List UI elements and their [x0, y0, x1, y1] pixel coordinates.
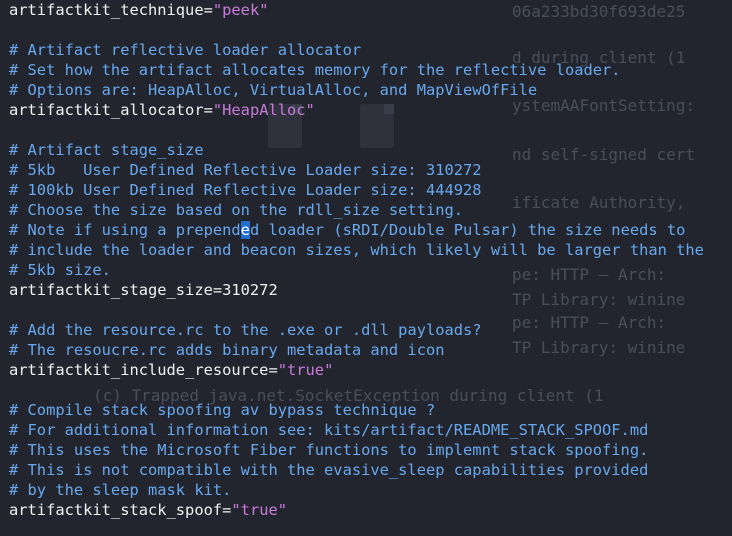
comment-line[interactable]: # Add the resource.rc to the .exe or .dl…	[9, 320, 732, 340]
comment-text: # Artifact reflective loader allocator	[9, 41, 362, 59]
comment-text: d loader (sRDI/Double Pulsar) the size n…	[249, 221, 686, 239]
comment-text: # Add the resource.rc to the .exe or .dl…	[9, 321, 482, 339]
editor-blank-line[interactable]	[9, 380, 732, 400]
comment-line[interactable]: # Compile stack spoofing av bypass techn…	[9, 400, 732, 420]
editor-blank-line[interactable]	[9, 300, 732, 320]
setting-line[interactable]: artifactkit_stage_size=310272	[9, 280, 732, 300]
comment-line[interactable]: # For additional information see: kits/a…	[9, 420, 732, 440]
comment-text: # Choose the size based on the rdll_size…	[9, 201, 464, 219]
comment-text: # Note if using a prepend	[9, 221, 241, 239]
equals-sign: =	[222, 501, 232, 519]
comment-line[interactable]: # 100kb User Defined Reflective Loader s…	[9, 180, 732, 200]
setting-key: artifactkit_include_resource	[9, 361, 269, 379]
equals-sign: =	[268, 361, 278, 379]
comment-text: # Set how the artifact allocates memory …	[9, 61, 621, 79]
config-editor[interactable]: artifactkit_technique="peek" # Artifact r…	[9, 0, 732, 536]
setting-value: "true"	[277, 361, 334, 379]
setting-key: artifactkit_technique	[9, 1, 204, 19]
comment-text: # 5kb size.	[9, 261, 111, 279]
comment-text: # The resoucre.rc adds binary metadata a…	[9, 341, 445, 359]
comment-text: # by the sleep mask kit.	[9, 481, 232, 499]
setting-line[interactable]: artifactkit_allocator="HeapAlloc"	[9, 100, 732, 120]
setting-value: "true"	[231, 501, 288, 519]
setting-value: "peek"	[212, 1, 269, 19]
comment-line[interactable]: # by the sleep mask kit.	[9, 480, 732, 500]
setting-value: "HeapAlloc"	[212, 101, 315, 119]
editor-blank-line[interactable]	[9, 20, 732, 40]
comment-text: # 5kb User Defined Reflective Loader siz…	[9, 161, 482, 179]
comment-text: # This uses the Microsoft Fiber function…	[9, 441, 649, 459]
comment-text: # Options are: HeapAlloc, VirtualAlloc, …	[9, 81, 538, 99]
comment-line[interactable]: # Artifact reflective loader allocator	[9, 40, 732, 60]
comment-line[interactable]: # Choose the size based on the rdll_size…	[9, 200, 732, 220]
comment-text: # include the loader and beacon sizes, w…	[9, 241, 704, 259]
comment-line[interactable]: # Artifact stage_size	[9, 140, 732, 160]
setting-line[interactable]: artifactkit_stack_spoof="true"	[9, 500, 732, 520]
comment-line[interactable]: # 5kb User Defined Reflective Loader siz…	[9, 160, 732, 180]
comment-line[interactable]: # include the loader and beacon sizes, w…	[9, 240, 732, 260]
editor-blank-line[interactable]	[9, 120, 732, 140]
comment-line[interactable]: # This uses the Microsoft Fiber function…	[9, 440, 732, 460]
comment-text: # Artifact stage_size	[9, 141, 204, 159]
comment-line[interactable]: # The resoucre.rc adds binary metadata a…	[9, 340, 732, 360]
comment-line[interactable]: # 5kb size.	[9, 260, 732, 280]
text-cursor: e	[240, 221, 250, 239]
setting-text: artifactkit_stage_size=310272	[9, 281, 278, 299]
comment-text: # 100kb User Defined Reflective Loader s…	[9, 181, 482, 199]
setting-key: artifactkit_stack_spoof	[9, 501, 223, 519]
setting-key: artifactkit_allocator	[9, 101, 204, 119]
comment-text: # This is not compatible with the evasiv…	[9, 461, 649, 479]
comment-line[interactable]: # Note if using a prepended loader (sRDI…	[9, 220, 732, 240]
comment-text: # Compile stack spoofing av bypass techn…	[9, 401, 436, 419]
equals-sign: =	[203, 1, 213, 19]
equals-sign: =	[203, 101, 213, 119]
comment-line[interactable]: # Set how the artifact allocates memory …	[9, 60, 732, 80]
comment-line[interactable]: # This is not compatible with the evasiv…	[9, 460, 732, 480]
comment-line[interactable]: # Options are: HeapAlloc, VirtualAlloc, …	[9, 80, 732, 100]
setting-line[interactable]: artifactkit_include_resource="true"	[9, 360, 732, 380]
comment-text: # For additional information see: kits/a…	[9, 421, 649, 439]
setting-line[interactable]: artifactkit_technique="peek"	[9, 0, 732, 20]
